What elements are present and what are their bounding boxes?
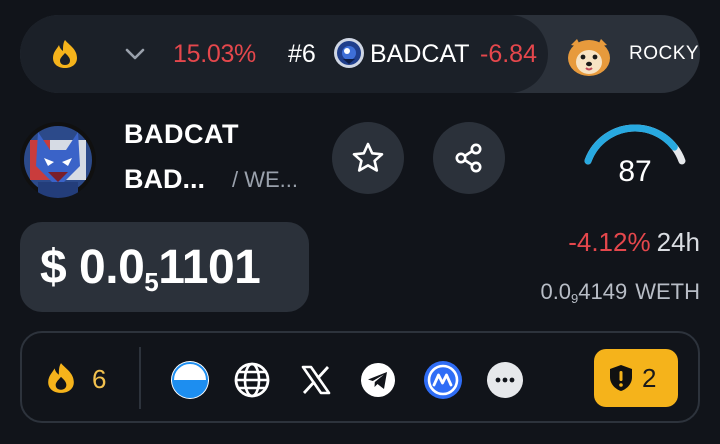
telegram-icon[interactable] <box>358 360 398 400</box>
flame-icon[interactable] <box>46 362 76 394</box>
shield-alert-icon <box>610 365 632 391</box>
globe-icon[interactable] <box>232 360 272 400</box>
coinmarketcap-icon[interactable] <box>423 360 463 400</box>
ticker-change: -6.84 <box>480 40 537 68</box>
ticker-token-name: BADCAT <box>370 40 470 68</box>
flame-icon[interactable] <box>51 39 79 69</box>
weth-digits: 4149 <box>578 279 628 304</box>
weth-prefix: 0.0 <box>540 279 572 304</box>
security-alerts-button[interactable]: 2 <box>594 349 678 407</box>
ticker-scroll[interactable]: 15.03% #6 BADCAT -6.84 <box>20 15 548 93</box>
divider <box>139 347 141 409</box>
badcat-token-icon <box>334 38 364 68</box>
token-avatar <box>20 122 96 198</box>
chevron-down-icon[interactable] <box>124 46 146 62</box>
token-name: BADCAT <box>124 119 239 149</box>
token-subname: BAD... <box>124 164 205 194</box>
price-digits: 1101 <box>158 241 261 294</box>
favorite-button[interactable] <box>332 122 404 194</box>
flame-count: 6 <box>92 364 107 394</box>
weth-unit: WETH <box>635 279 700 304</box>
change-24h-label: 24h <box>656 227 700 257</box>
alert-count: 2 <box>642 363 657 393</box>
more-icon[interactable] <box>485 360 525 400</box>
price-box: $ 0.051101 <box>20 222 309 312</box>
social-bar: 6 2 <box>20 331 700 423</box>
change-24h-value: -4.12% <box>568 227 651 257</box>
weth-price: 0.094149 WETH <box>540 278 700 306</box>
x-icon[interactable] <box>296 360 336 400</box>
ticker-rank: #6 <box>288 40 316 68</box>
star-icon <box>352 142 384 172</box>
price-prefix: $ 0.0 <box>40 241 145 294</box>
token-pair: / WE... <box>232 167 298 192</box>
website-orb-icon[interactable] <box>170 360 210 400</box>
ticker-featured-name[interactable]: ROCKY <box>629 42 699 66</box>
change-24h: -4.12% 24h <box>568 226 700 258</box>
rocky-dog-avatar[interactable] <box>565 37 613 77</box>
score-value: 87 <box>618 155 652 188</box>
ticker-bar: 15.03% #6 BADCAT -6.84 ROCKY <box>20 15 700 93</box>
price-value: $ 0.051101 <box>40 241 261 297</box>
share-icon <box>455 143 482 173</box>
price-zero-count: 5 <box>144 267 159 297</box>
ticker-percent: 15.03% <box>173 40 256 68</box>
share-button[interactable] <box>433 122 505 194</box>
